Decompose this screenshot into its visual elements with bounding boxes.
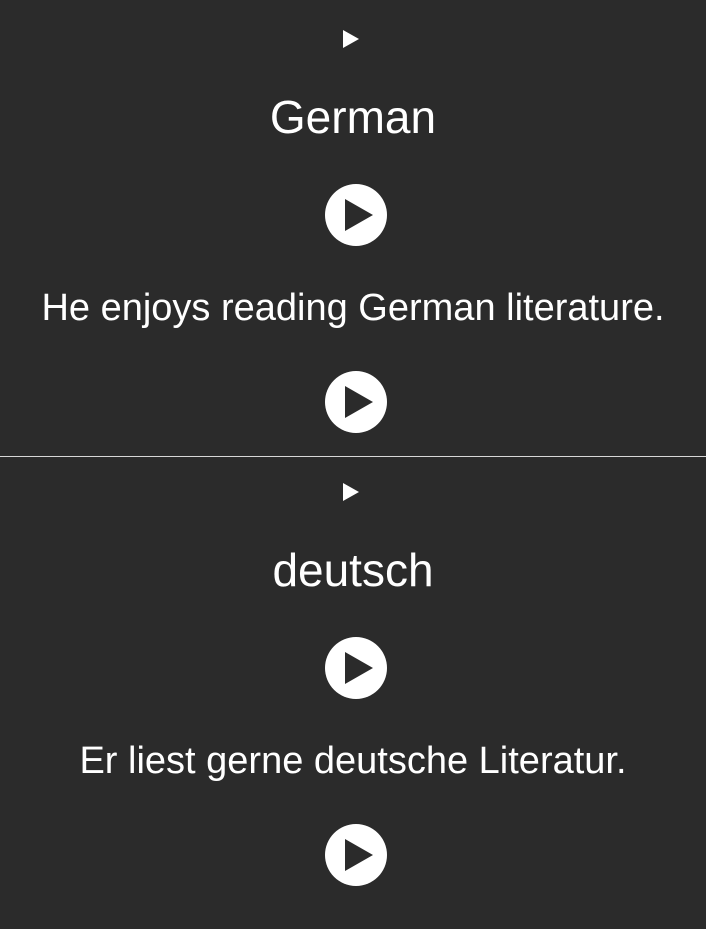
word-german: deutsch xyxy=(272,544,434,596)
play-circle-icon xyxy=(325,371,387,433)
sentence-german: Er liest gerne deutsche Literatur. xyxy=(79,740,627,782)
play-word-audio-button-back[interactable] xyxy=(325,637,387,699)
triangle-right-icon xyxy=(343,30,359,48)
play-circle-icon xyxy=(325,824,387,886)
sentence-english: He enjoys reading German literature. xyxy=(41,287,665,329)
card-front: German He enjoys reading German literatu… xyxy=(0,0,706,456)
triangle-right-icon xyxy=(343,483,359,501)
expand-toggle-front[interactable] xyxy=(343,30,359,48)
play-circle-icon xyxy=(325,637,387,699)
expand-toggle-back[interactable] xyxy=(343,483,359,501)
play-sentence-audio-button-front[interactable] xyxy=(325,371,387,433)
play-circle-icon xyxy=(325,184,387,246)
play-word-audio-button-front[interactable] xyxy=(325,184,387,246)
card-back: deutsch Er liest gerne deutsche Literatu… xyxy=(0,457,706,929)
play-sentence-audio-button-back[interactable] xyxy=(325,824,387,886)
word-english: German xyxy=(269,91,437,143)
